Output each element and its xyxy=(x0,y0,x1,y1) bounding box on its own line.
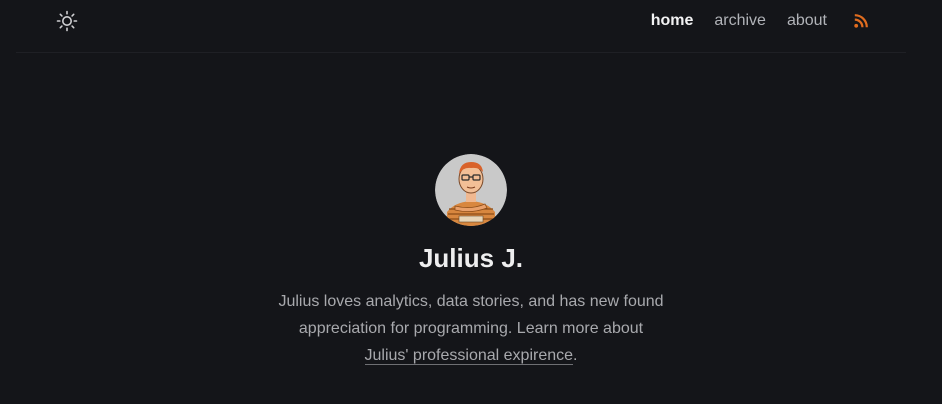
bio-line-2: appreciation for programming. Learn more… xyxy=(298,320,644,337)
professional-experience-link[interactable]: Julius' professional expirence xyxy=(364,347,574,365)
profile-name: Julius J. xyxy=(418,243,524,273)
cartoon-avatar-icon xyxy=(435,154,507,226)
nav-archive-link[interactable]: archive xyxy=(714,12,766,30)
main-nav: home archive about xyxy=(630,0,868,42)
nav-about-link[interactable]: about xyxy=(787,12,827,30)
bio-period: . xyxy=(573,347,578,364)
profile-bio: Julius loves analytics, data stories, an… xyxy=(261,288,681,369)
sun-icon[interactable] xyxy=(56,10,78,32)
bio-line-1: Julius loves analytics, data stories, an… xyxy=(278,293,664,310)
top-navbar: home archive about xyxy=(16,0,906,53)
nav-home-link[interactable]: home xyxy=(651,12,694,30)
rss-icon[interactable] xyxy=(854,14,868,28)
profile-section: Julius J. Julius loves analytics, data s… xyxy=(0,154,942,369)
avatar xyxy=(435,154,507,226)
